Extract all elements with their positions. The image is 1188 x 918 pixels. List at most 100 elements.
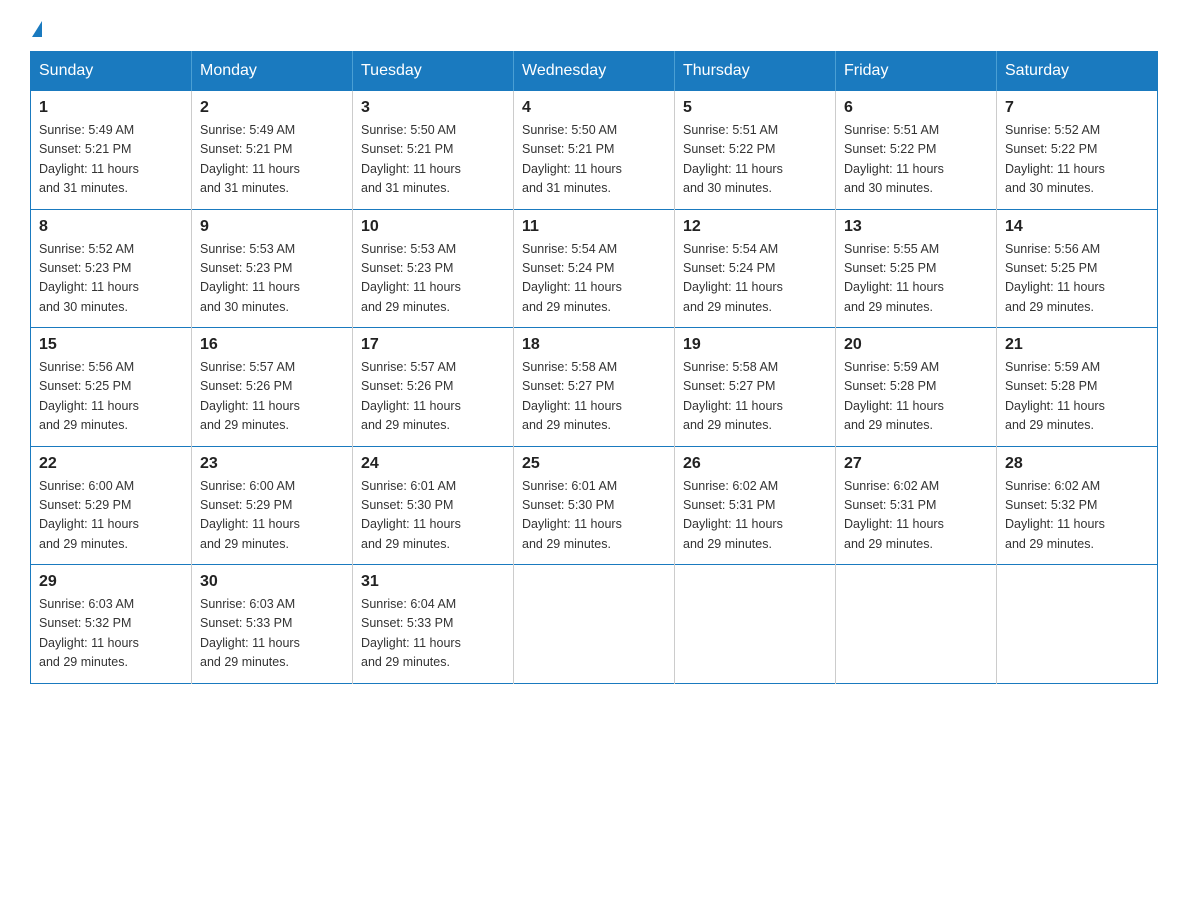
header-friday: Friday (836, 52, 997, 91)
calendar-cell: 27 Sunrise: 6:02 AM Sunset: 5:31 PM Dayl… (836, 446, 997, 565)
day-info: Sunrise: 5:56 AM Sunset: 5:25 PM Dayligh… (1005, 240, 1149, 318)
day-info: Sunrise: 6:02 AM Sunset: 5:31 PM Dayligh… (844, 477, 988, 555)
day-number: 10 (361, 218, 505, 236)
day-number: 21 (1005, 336, 1149, 354)
calendar-week-5: 29 Sunrise: 6:03 AM Sunset: 5:32 PM Dayl… (31, 565, 1158, 684)
day-number: 3 (361, 99, 505, 117)
day-number: 26 (683, 455, 827, 473)
calendar-cell: 22 Sunrise: 6:00 AM Sunset: 5:29 PM Dayl… (31, 446, 192, 565)
day-info: Sunrise: 5:58 AM Sunset: 5:27 PM Dayligh… (683, 358, 827, 436)
day-number: 15 (39, 336, 183, 354)
logo (30, 20, 42, 41)
logo-triangle-icon (32, 21, 42, 37)
calendar-cell: 12 Sunrise: 5:54 AM Sunset: 5:24 PM Dayl… (675, 209, 836, 328)
day-number: 30 (200, 573, 344, 591)
day-info: Sunrise: 6:01 AM Sunset: 5:30 PM Dayligh… (361, 477, 505, 555)
day-number: 25 (522, 455, 666, 473)
calendar-table: SundayMondayTuesdayWednesdayThursdayFrid… (30, 51, 1158, 684)
day-number: 20 (844, 336, 988, 354)
day-info: Sunrise: 5:50 AM Sunset: 5:21 PM Dayligh… (361, 121, 505, 199)
day-number: 18 (522, 336, 666, 354)
day-info: Sunrise: 5:54 AM Sunset: 5:24 PM Dayligh… (522, 240, 666, 318)
day-info: Sunrise: 5:55 AM Sunset: 5:25 PM Dayligh… (844, 240, 988, 318)
day-info: Sunrise: 5:52 AM Sunset: 5:23 PM Dayligh… (39, 240, 183, 318)
day-number: 17 (361, 336, 505, 354)
calendar-cell: 28 Sunrise: 6:02 AM Sunset: 5:32 PM Dayl… (997, 446, 1158, 565)
day-number: 19 (683, 336, 827, 354)
day-number: 29 (39, 573, 183, 591)
calendar-cell: 1 Sunrise: 5:49 AM Sunset: 5:21 PM Dayli… (31, 91, 192, 210)
day-number: 4 (522, 99, 666, 117)
day-number: 11 (522, 218, 666, 236)
calendar-cell (997, 565, 1158, 684)
calendar-cell: 21 Sunrise: 5:59 AM Sunset: 5:28 PM Dayl… (997, 328, 1158, 447)
header-sunday: Sunday (31, 52, 192, 91)
calendar-cell: 15 Sunrise: 5:56 AM Sunset: 5:25 PM Dayl… (31, 328, 192, 447)
day-number: 6 (844, 99, 988, 117)
day-info: Sunrise: 5:52 AM Sunset: 5:22 PM Dayligh… (1005, 121, 1149, 199)
calendar-cell: 9 Sunrise: 5:53 AM Sunset: 5:23 PM Dayli… (192, 209, 353, 328)
day-info: Sunrise: 5:56 AM Sunset: 5:25 PM Dayligh… (39, 358, 183, 436)
day-info: Sunrise: 5:49 AM Sunset: 5:21 PM Dayligh… (39, 121, 183, 199)
day-info: Sunrise: 5:51 AM Sunset: 5:22 PM Dayligh… (844, 121, 988, 199)
header-monday: Monday (192, 52, 353, 91)
calendar-week-4: 22 Sunrise: 6:00 AM Sunset: 5:29 PM Dayl… (31, 446, 1158, 565)
header-saturday: Saturday (997, 52, 1158, 91)
day-number: 9 (200, 218, 344, 236)
calendar-cell: 26 Sunrise: 6:02 AM Sunset: 5:31 PM Dayl… (675, 446, 836, 565)
calendar-cell: 16 Sunrise: 5:57 AM Sunset: 5:26 PM Dayl… (192, 328, 353, 447)
day-number: 16 (200, 336, 344, 354)
day-number: 7 (1005, 99, 1149, 117)
day-info: Sunrise: 5:49 AM Sunset: 5:21 PM Dayligh… (200, 121, 344, 199)
calendar-cell (836, 565, 997, 684)
day-number: 13 (844, 218, 988, 236)
calendar-cell: 3 Sunrise: 5:50 AM Sunset: 5:21 PM Dayli… (353, 91, 514, 210)
day-number: 24 (361, 455, 505, 473)
calendar-cell: 30 Sunrise: 6:03 AM Sunset: 5:33 PM Dayl… (192, 565, 353, 684)
calendar-cell: 6 Sunrise: 5:51 AM Sunset: 5:22 PM Dayli… (836, 91, 997, 210)
calendar-cell: 5 Sunrise: 5:51 AM Sunset: 5:22 PM Dayli… (675, 91, 836, 210)
day-number: 31 (361, 573, 505, 591)
calendar-cell (514, 565, 675, 684)
header-tuesday: Tuesday (353, 52, 514, 91)
day-number: 12 (683, 218, 827, 236)
day-info: Sunrise: 5:53 AM Sunset: 5:23 PM Dayligh… (200, 240, 344, 318)
day-number: 28 (1005, 455, 1149, 473)
calendar-cell (675, 565, 836, 684)
calendar-cell: 11 Sunrise: 5:54 AM Sunset: 5:24 PM Dayl… (514, 209, 675, 328)
calendar-cell: 23 Sunrise: 6:00 AM Sunset: 5:29 PM Dayl… (192, 446, 353, 565)
day-info: Sunrise: 5:50 AM Sunset: 5:21 PM Dayligh… (522, 121, 666, 199)
calendar-cell: 31 Sunrise: 6:04 AM Sunset: 5:33 PM Dayl… (353, 565, 514, 684)
calendar-cell: 8 Sunrise: 5:52 AM Sunset: 5:23 PM Dayli… (31, 209, 192, 328)
calendar-week-1: 1 Sunrise: 5:49 AM Sunset: 5:21 PM Dayli… (31, 91, 1158, 210)
header-wednesday: Wednesday (514, 52, 675, 91)
day-info: Sunrise: 6:03 AM Sunset: 5:33 PM Dayligh… (200, 595, 344, 673)
day-number: 1 (39, 99, 183, 117)
calendar-week-3: 15 Sunrise: 5:56 AM Sunset: 5:25 PM Dayl… (31, 328, 1158, 447)
day-info: Sunrise: 5:59 AM Sunset: 5:28 PM Dayligh… (844, 358, 988, 436)
header (30, 20, 1158, 41)
day-info: Sunrise: 6:02 AM Sunset: 5:31 PM Dayligh… (683, 477, 827, 555)
day-info: Sunrise: 6:00 AM Sunset: 5:29 PM Dayligh… (39, 477, 183, 555)
header-thursday: Thursday (675, 52, 836, 91)
calendar-cell: 29 Sunrise: 6:03 AM Sunset: 5:32 PM Dayl… (31, 565, 192, 684)
day-info: Sunrise: 5:57 AM Sunset: 5:26 PM Dayligh… (200, 358, 344, 436)
calendar-header-row: SundayMondayTuesdayWednesdayThursdayFrid… (31, 52, 1158, 91)
day-info: Sunrise: 6:02 AM Sunset: 5:32 PM Dayligh… (1005, 477, 1149, 555)
calendar-cell: 2 Sunrise: 5:49 AM Sunset: 5:21 PM Dayli… (192, 91, 353, 210)
day-number: 8 (39, 218, 183, 236)
day-number: 5 (683, 99, 827, 117)
day-info: Sunrise: 6:04 AM Sunset: 5:33 PM Dayligh… (361, 595, 505, 673)
day-info: Sunrise: 5:54 AM Sunset: 5:24 PM Dayligh… (683, 240, 827, 318)
calendar-cell: 4 Sunrise: 5:50 AM Sunset: 5:21 PM Dayli… (514, 91, 675, 210)
day-info: Sunrise: 6:03 AM Sunset: 5:32 PM Dayligh… (39, 595, 183, 673)
calendar-cell: 14 Sunrise: 5:56 AM Sunset: 5:25 PM Dayl… (997, 209, 1158, 328)
day-number: 23 (200, 455, 344, 473)
day-info: Sunrise: 5:51 AM Sunset: 5:22 PM Dayligh… (683, 121, 827, 199)
day-number: 2 (200, 99, 344, 117)
page: SundayMondayTuesdayWednesdayThursdayFrid… (0, 0, 1188, 714)
day-info: Sunrise: 5:59 AM Sunset: 5:28 PM Dayligh… (1005, 358, 1149, 436)
day-info: Sunrise: 5:58 AM Sunset: 5:27 PM Dayligh… (522, 358, 666, 436)
calendar-cell: 17 Sunrise: 5:57 AM Sunset: 5:26 PM Dayl… (353, 328, 514, 447)
calendar-cell: 25 Sunrise: 6:01 AM Sunset: 5:30 PM Dayl… (514, 446, 675, 565)
